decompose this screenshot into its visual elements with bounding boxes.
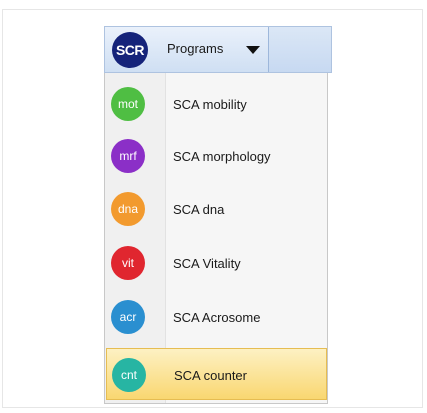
menu-item-label: SCA counter (174, 368, 247, 383)
counter-icon: cnt (112, 358, 146, 392)
menu-item-sca-morphology[interactable]: mrf SCA morphology (106, 130, 327, 182)
menu-item-label: SCA dna (173, 202, 225, 217)
menu-item-label: SCA Acrosome (173, 310, 261, 325)
menu-item-sca-acrosome[interactable]: acr SCA Acrosome (106, 291, 327, 343)
menu-item-sca-counter[interactable]: cnt SCA counter (106, 348, 327, 400)
menu-item-sca-dna[interactable]: dna SCA dna (106, 183, 327, 235)
scr-logo-icon: SCR (112, 32, 148, 68)
acrosome-icon: acr (111, 300, 145, 334)
dna-icon: dna (111, 192, 145, 226)
chevron-down-icon (246, 46, 260, 54)
programs-label: Programs (167, 41, 224, 56)
menu-item-sca-vitality[interactable]: vit SCA Vitality (106, 237, 327, 289)
morphology-icon: mrf (111, 139, 145, 173)
mobility-icon: mot (111, 87, 145, 121)
ribbon-toolbar: SCR Programs (104, 26, 332, 73)
menu-item-sca-mobility[interactable]: mot SCA mobility (106, 78, 327, 130)
menu-item-label: SCA mobility (173, 97, 247, 112)
menu-item-label: SCA Vitality (173, 256, 241, 271)
programs-dropdown-button[interactable]: SCR Programs (105, 27, 269, 72)
menu-item-label: SCA morphology (173, 149, 271, 164)
vitality-icon: vit (111, 246, 145, 280)
programs-dropdown-menu: mot SCA mobility mrf SCA morphology dna … (104, 73, 328, 404)
